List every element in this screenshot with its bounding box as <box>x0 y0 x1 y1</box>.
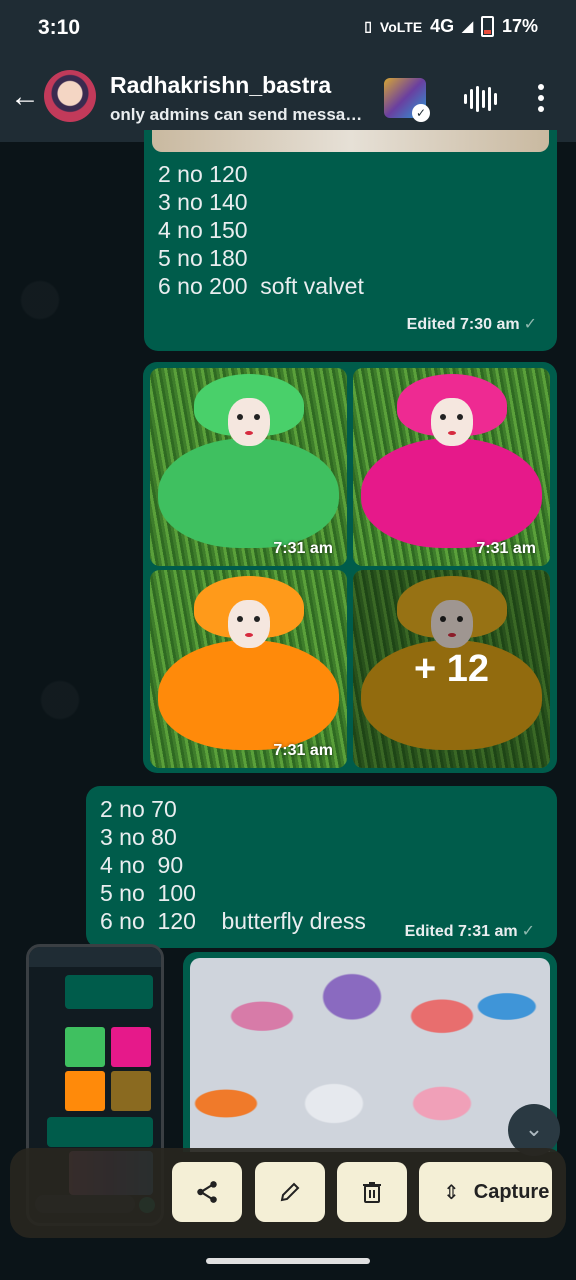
chat-subtitle: only admins can send messages <box>110 105 370 124</box>
share-button[interactable] <box>172 1162 242 1222</box>
previous-image-bottom <box>152 130 549 152</box>
delete-button[interactable] <box>337 1162 407 1222</box>
channel-thumbnail[interactable]: ✓ <box>384 78 430 122</box>
status-bar: 3:10 ▯ VoLTE 4G ◢ 17% <box>0 0 576 56</box>
network-type: 4G <box>430 16 455 36</box>
capture-button[interactable]: ⇕ Capture <box>419 1162 552 1222</box>
capture-label: Capture <box>473 1180 550 1203</box>
more-photos-count: + 12 <box>353 570 550 768</box>
signal-icon: ◢ <box>462 18 473 34</box>
photo-album-bubble: 7:31 am 7:31 am 7:31 am + 12 <box>143 362 557 773</box>
clothes-photo <box>190 958 550 1152</box>
message-bubble[interactable]: 2 no 70 3 no 80 4 no 90 5 no 100 6 no 12… <box>86 786 557 948</box>
volte-icon: VoLTE <box>379 18 423 35</box>
back-arrow-icon[interactable]: ← <box>10 80 40 114</box>
edit-button[interactable] <box>255 1162 325 1222</box>
edit-icon <box>280 1182 300 1202</box>
status-icons: ▯ VoLTE 4G ◢ 17% <box>364 16 538 37</box>
check-icon: ✓ <box>412 104 430 122</box>
photo-item[interactable]: 7:31 am <box>150 368 347 566</box>
sent-check-icon: ✓ <box>523 316 537 333</box>
battery-icon <box>480 16 494 37</box>
vibrate-icon: ▯ <box>364 18 372 34</box>
message-meta: Edited 7:31 am ✓ <box>404 923 535 940</box>
battery-percent: 17% <box>501 16 538 36</box>
photo-time: 7:31 am <box>273 742 333 759</box>
message-text: 2 no 70 3 no 80 4 no 90 5 no 100 6 no 12… <box>100 796 366 934</box>
voice-icon[interactable] <box>464 86 497 112</box>
message-meta: Edited 7:30 am ✓ <box>406 316 537 333</box>
photo-time: 7:31 am <box>273 540 333 557</box>
home-indicator[interactable] <box>206 1258 370 1264</box>
more-vert-icon[interactable] <box>538 84 544 112</box>
photo-time: 7:31 am <box>476 540 536 557</box>
avatar[interactable] <box>44 70 96 122</box>
chat-title[interactable]: Radhakrishn_bastra <box>110 72 331 99</box>
share-icon <box>197 1181 217 1203</box>
photo-item-more[interactable]: + 12 <box>353 570 550 768</box>
message-bubble[interactable]: 2 no 120 3 no 140 4 no 150 5 no 180 6 no… <box>144 130 557 351</box>
screenshot-action-bar: ⇕ Capture <box>10 1148 566 1238</box>
status-time: 3:10 <box>38 16 81 39</box>
message-text: 2 no 120 3 no 140 4 no 150 5 no 180 6 no… <box>158 161 364 299</box>
image-message-bubble[interactable] <box>183 952 557 1152</box>
delete-icon <box>363 1182 381 1203</box>
photo-item[interactable]: 7:31 am <box>150 570 347 768</box>
sent-check-icon: ✓ <box>521 923 535 940</box>
expand-icon: ⇕ <box>443 1181 460 1204</box>
photo-item[interactable]: 7:31 am <box>353 368 550 566</box>
